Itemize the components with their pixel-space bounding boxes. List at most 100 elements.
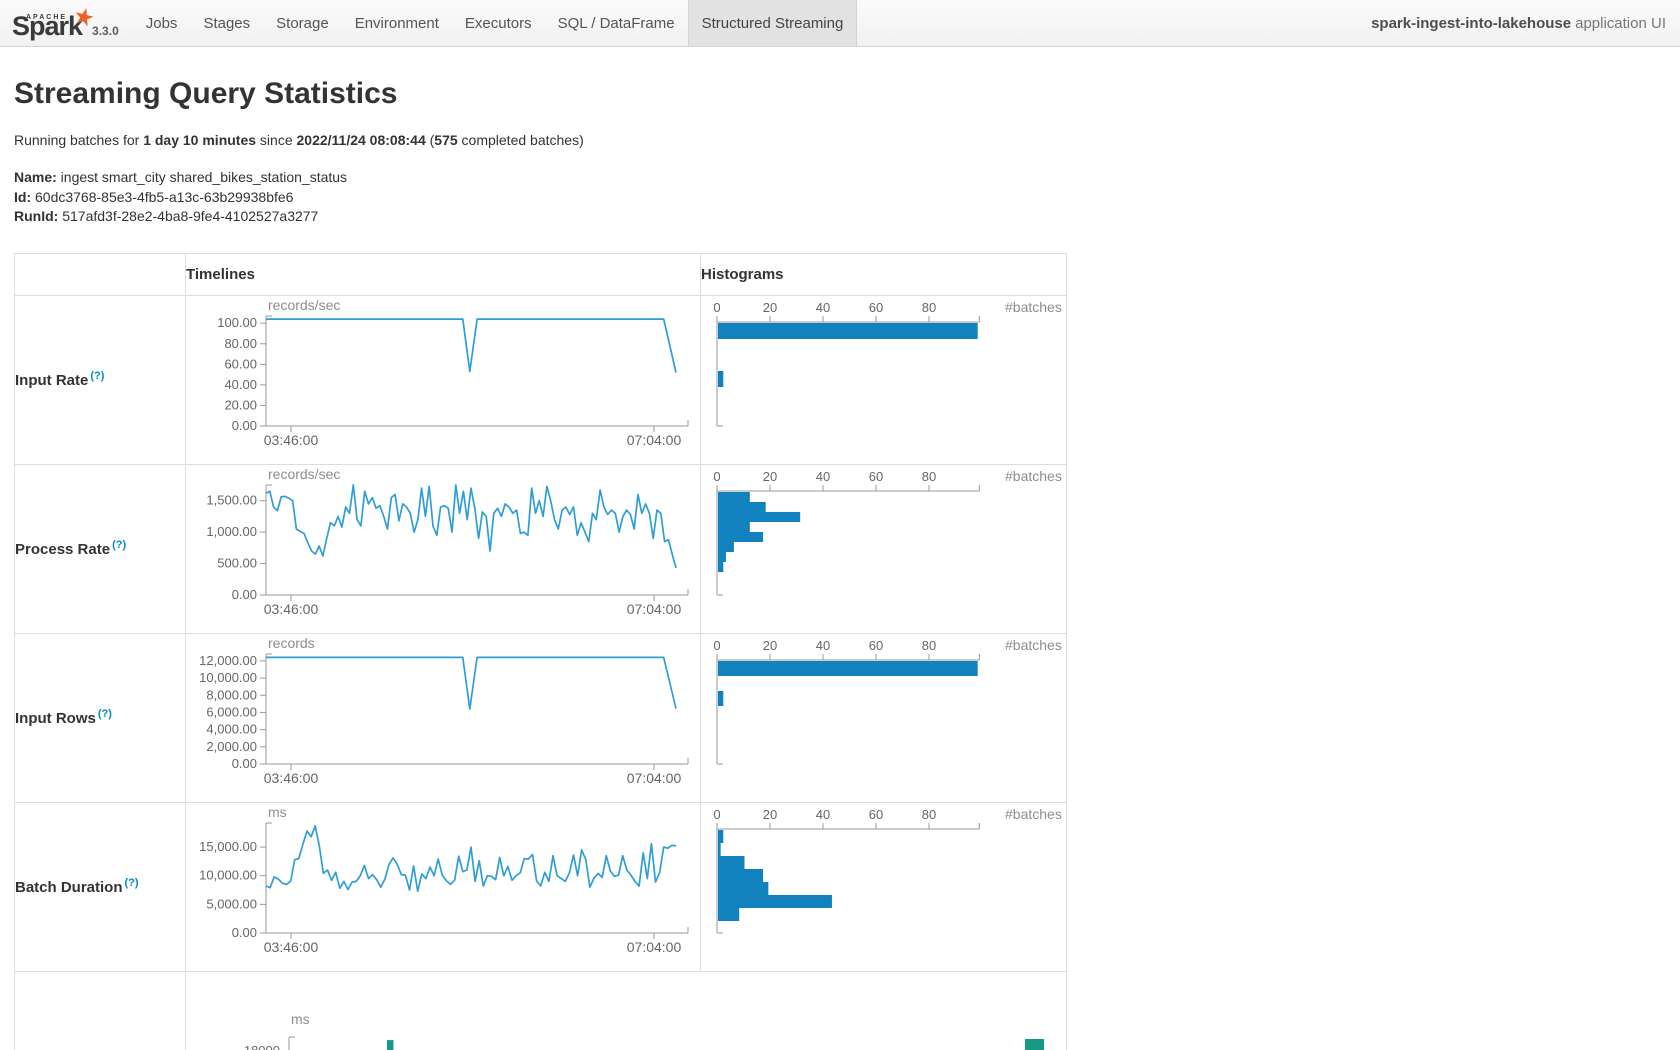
row-label-input-rows: Input Rows(?) (15, 633, 186, 802)
batch-duration-timeline-chart: ms15,000.0010,000.005,000.000.0003:46:00… (186, 803, 701, 971)
statistics-table: Timelines Histograms Input Rate(?) recor… (14, 253, 1067, 1050)
svg-text:2,000.00: 2,000.00 (206, 738, 257, 753)
completed-batches-count: 575 (434, 132, 457, 148)
application-title: spark-ingest-into-lakehouse application … (1371, 0, 1680, 46)
svg-text:records/sec: records/sec (268, 297, 340, 313)
tab-executors[interactable]: Executors (452, 0, 545, 46)
table-row: Batch Duration(?) ms 15,000.00 10,000.00 5,… (15, 802, 1067, 971)
svg-text:0.00: 0.00 (232, 756, 257, 771)
svg-text:80: 80 (922, 807, 936, 822)
process-rate-histogram-chart: #batches020406080 (701, 465, 1067, 633)
svg-text:20: 20 (763, 638, 777, 653)
input-rows-histogram-chart: #batches 0 20 40 60 80 (701, 634, 1067, 802)
svg-text:8,000.00: 8,000.00 (206, 687, 257, 702)
header-histograms: Histograms (701, 253, 1067, 295)
help-icon[interactable]: (?) (98, 708, 112, 720)
svg-text:07:04:00: 07:04:00 (627, 432, 682, 448)
svg-text:80: 80 (922, 638, 936, 653)
table-row: Input Rate(?) records/sec100.0080.0060.0… (15, 295, 1067, 464)
svg-text:#batches: #batches (1005, 299, 1062, 315)
svg-text:#batches: #batches (1005, 806, 1062, 822)
query-meta: Name: ingest smart_city shared_bikes_sta… (14, 168, 1666, 227)
svg-text:0.00: 0.00 (232, 587, 257, 602)
running-duration: 1 day 10 minutes (143, 132, 256, 148)
table-row: ms180001600014000 (15, 971, 1067, 1050)
tab-environment[interactable]: Environment (342, 0, 452, 46)
query-runid-line: RunId: 517afd3f-28e2-4ba8-9fe4-4102527a3… (14, 207, 1666, 227)
svg-text:40.00: 40.00 (224, 376, 257, 391)
row-label-batch-duration: Batch Duration(?) (15, 802, 186, 971)
svg-text:12,000.00: 12,000.00 (199, 652, 257, 667)
svg-text:15,000.00: 15,000.00 (199, 839, 257, 854)
svg-text:ms: ms (291, 1012, 310, 1027)
svg-text:ms: ms (268, 804, 287, 820)
svg-text:6,000.00: 6,000.00 (206, 704, 257, 719)
input-rate-timeline-chart: records/sec100.0080.0060.0040.0020.000.0… (186, 296, 701, 464)
svg-text:10,000.00: 10,000.00 (199, 867, 257, 882)
page-title: Streaming Query Statistics (14, 77, 1666, 111)
tab-structured-streaming[interactable]: Structured Streaming (688, 0, 858, 46)
svg-text:60: 60 (869, 807, 883, 822)
svg-text:20: 20 (763, 469, 777, 484)
svg-text:03:46:00: 03:46:00 (264, 432, 319, 448)
svg-text:0: 0 (713, 638, 720, 653)
input-rate-histogram-chart: #batches020406080 (701, 296, 1067, 464)
batch-duration-histogram-chart: #batches020406080 (701, 803, 1067, 971)
svg-text:18000: 18000 (244, 1043, 280, 1050)
svg-text:40: 40 (816, 807, 830, 822)
table-row: Input Rows(?) records12,000.0010,000.008… (15, 633, 1067, 802)
svg-text:0.00: 0.00 (232, 925, 257, 940)
spark-version: 3.3.0 (92, 24, 119, 40)
svg-text:records/sec: records/sec (268, 466, 340, 482)
svg-text:#batches: #batches (1005, 468, 1062, 484)
help-icon[interactable]: (?) (112, 539, 126, 551)
operation-duration-stacked-chart: ms180001600014000 (186, 1012, 1067, 1050)
help-icon[interactable]: (?) (90, 370, 104, 382)
svg-text:40: 40 (816, 469, 830, 484)
running-batches-line: Running batches for 1 day 10 minutes sin… (14, 132, 1666, 148)
svg-text:20.00: 20.00 (224, 397, 257, 412)
svg-text:0: 0 (713, 469, 720, 484)
spark-logo[interactable]: APACHE Spark ★ 3.3.0 (0, 0, 127, 46)
svg-text:03:46:00: 03:46:00 (264, 770, 319, 786)
svg-text:1,500.00: 1,500.00 (206, 492, 257, 507)
nav-tabs: Jobs Stages Storage Environment Executor… (133, 0, 858, 46)
svg-text:07:04:00: 07:04:00 (627, 939, 682, 955)
tab-jobs[interactable]: Jobs (133, 0, 191, 46)
svg-text:5,000.00: 5,000.00 (206, 896, 257, 911)
table-header-row: Timelines Histograms (15, 253, 1067, 295)
query-id-line: Id: 60dc3768-85e3-4fb5-a13c-63b29938bfe6 (14, 188, 1666, 208)
tab-storage[interactable]: Storage (263, 0, 342, 46)
svg-text:1,000.00: 1,000.00 (206, 524, 257, 539)
legend-swatch (1025, 1039, 1044, 1050)
svg-text:#batches: #batches (1005, 637, 1062, 653)
svg-text:10,000.00: 10,000.00 (199, 670, 257, 685)
running-since: 2022/11/24 08:08:44 (297, 132, 426, 148)
query-name-line: Name: ingest smart_city shared_bikes_sta… (14, 168, 1666, 188)
top-navbar: APACHE Spark ★ 3.3.0 Jobs Stages Storage… (0, 0, 1680, 47)
header-empty (15, 253, 186, 295)
row-label-input-rate: Input Rate(?) (15, 295, 186, 464)
svg-text:60: 60 (869, 638, 883, 653)
svg-text:40: 40 (816, 300, 830, 315)
application-name: spark-ingest-into-lakehouse (1371, 15, 1571, 32)
svg-text:40: 40 (816, 638, 830, 653)
tab-sql-dataframe[interactable]: SQL / DataFrame (545, 0, 688, 46)
header-timelines: Timelines (186, 253, 701, 295)
svg-text:60: 60 (869, 469, 883, 484)
help-icon[interactable]: (?) (125, 877, 139, 889)
row-label-process-rate: Process Rate(?) (15, 464, 186, 633)
svg-text:60: 60 (869, 300, 883, 315)
tab-stages[interactable]: Stages (190, 0, 263, 46)
svg-text:20: 20 (763, 807, 777, 822)
svg-text:03:46:00: 03:46:00 (264, 601, 319, 617)
svg-text:0.00: 0.00 (232, 418, 257, 433)
row-label-operation-duration (15, 971, 186, 1050)
table-row: Process Rate(?) records/sec 1,500.00 1,000… (15, 464, 1067, 633)
svg-text:20: 20 (763, 300, 777, 315)
svg-text:80.00: 80.00 (224, 335, 257, 350)
application-suffix: application UI (1575, 15, 1666, 32)
svg-text:60.00: 60.00 (224, 356, 257, 371)
svg-text:0: 0 (713, 300, 720, 315)
svg-text:500.00: 500.00 (217, 555, 257, 570)
